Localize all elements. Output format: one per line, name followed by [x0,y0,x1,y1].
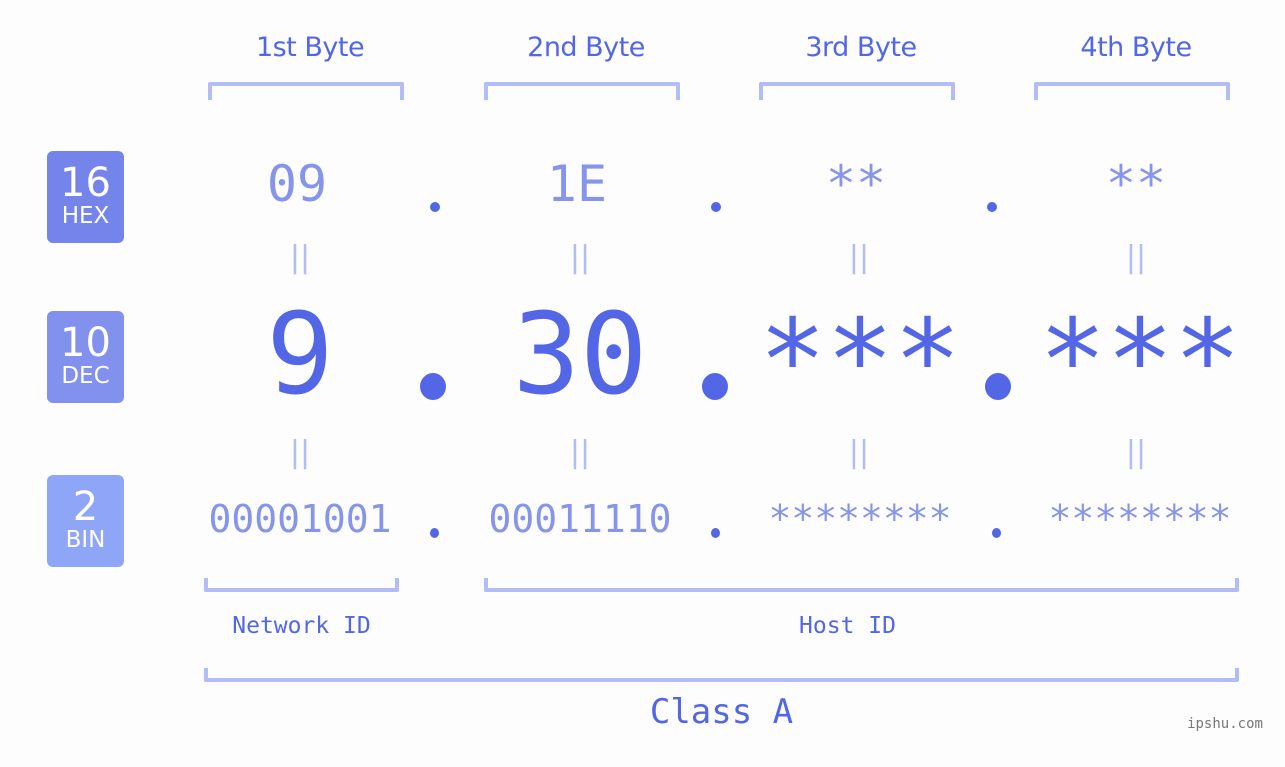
dec-byte-2: 30 [512,290,648,420]
class-label: Class A [649,692,794,732]
byte-header-2: 2nd Byte [527,32,645,63]
equals-icon: || [1125,435,1147,470]
hex-byte-1: 09 [266,155,328,213]
bin-separator-dot [992,528,1001,538]
equals-icon: || [848,435,870,470]
bin-byte-2: 00011110 [488,497,672,541]
bin-separator-dot [711,528,720,538]
bin-badge: 2 BIN [47,475,124,567]
watermark: ipshu.com [1187,716,1263,732]
dec-badge-label: DEC [61,363,110,389]
hex-badge: 16 HEX [47,151,124,243]
dec-byte-1: 9 [266,290,334,420]
hex-byte-3: ** [825,155,887,213]
equals-icon: || [1125,240,1147,275]
bin-byte-1: 00001001 [208,497,392,541]
byte-header-3: 3rd Byte [805,32,917,63]
dec-badge-number: 10 [60,320,111,366]
byte-bracket-4 [1034,82,1230,100]
bin-badge-label: BIN [65,527,106,553]
host-id-label: Host ID [799,613,896,639]
dec-separator-dot [702,373,728,400]
byte-header-1: 1st Byte [255,32,365,63]
bin-byte-3: ******** [768,497,952,541]
equals-icon: || [569,240,591,275]
equals-icon: || [569,435,591,470]
equals-icon: || [289,240,311,275]
dec-byte-4: *** [1038,296,1242,426]
dec-badge: 10 DEC [47,311,124,403]
hex-separator-dot [711,202,721,212]
network-id-label: Network ID [232,613,371,639]
bin-byte-4: ******** [1048,497,1232,541]
bin-badge-number: 2 [72,484,99,530]
network-id-bracket [204,578,399,592]
dec-byte-3: *** [758,296,962,426]
equals-icon: || [289,435,311,470]
host-id-bracket [484,578,1239,592]
hex-badge-number: 16 [60,160,111,206]
byte-bracket-1 [208,82,404,100]
dec-separator-dot [420,373,446,400]
hex-byte-4: ** [1105,155,1167,213]
class-bracket [204,668,1239,682]
hex-badge-label: HEX [61,203,110,229]
bin-separator-dot [430,528,439,538]
byte-bracket-2 [484,82,680,100]
hex-separator-dot [987,202,997,212]
byte-bracket-3 [759,82,955,100]
hex-byte-2: 1E [546,155,608,213]
hex-separator-dot [430,202,440,212]
dec-separator-dot [985,373,1011,400]
byte-header-4: 4th Byte [1080,32,1192,63]
equals-icon: || [848,240,870,275]
